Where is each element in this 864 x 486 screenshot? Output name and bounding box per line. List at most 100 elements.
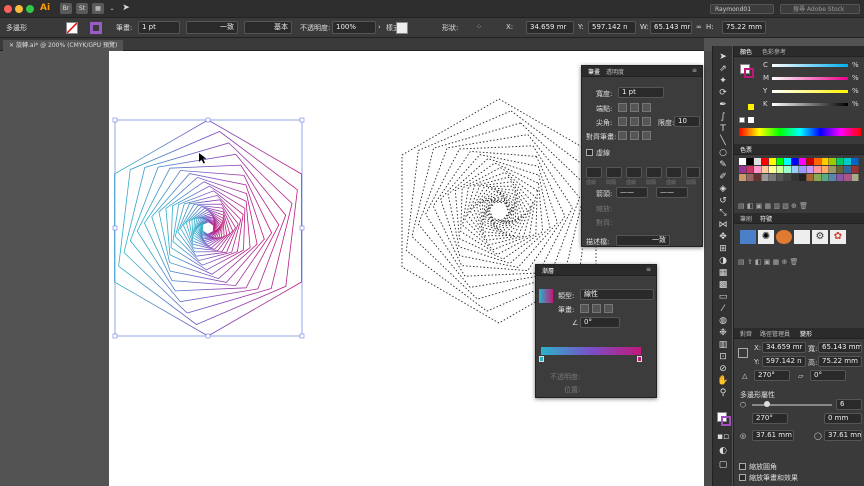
- color-swatch[interactable]: [746, 166, 754, 173]
- color-swatch[interactable]: [769, 166, 776, 173]
- selection-tool-icon[interactable]: ➤: [716, 52, 730, 63]
- chevron-down-icon[interactable]: ⌄: [106, 3, 118, 14]
- profile-select[interactable]: 一致: [616, 235, 670, 246]
- symbol-panel-footer-icons[interactable]: ▤ ⇪ ◧ ▣ ▦ ⊕ 🗑: [738, 258, 798, 266]
- color-swatch[interactable]: [754, 174, 761, 181]
- round-cap-icon[interactable]: [630, 103, 639, 112]
- color-swatch[interactable]: [791, 158, 799, 165]
- color-swatch[interactable]: [821, 166, 829, 173]
- tab-color-guide[interactable]: 色彩參考: [762, 47, 786, 56]
- tab-symbols[interactable]: 符號: [760, 214, 772, 223]
- color-swatch[interactable]: [746, 174, 754, 181]
- panel-menu-icon[interactable]: ≡: [692, 67, 697, 74]
- artboard-tool-icon[interactable]: ⊡: [716, 352, 730, 363]
- gradient-tool-icon[interactable]: ▭: [716, 292, 730, 303]
- polygon-radius-input[interactable]: 37.61 mm: [752, 430, 794, 441]
- drawing-mode-icon[interactable]: ◐: [716, 446, 730, 457]
- bridge-button[interactable]: Br: [60, 3, 72, 14]
- magic-wand-tool-icon[interactable]: ✦: [716, 76, 730, 87]
- document-tab[interactable]: ✕ 旋轉.ai* @ 200% (CMYK/GPU 預覽): [3, 40, 124, 51]
- chevron-right-icon[interactable]: ›: [378, 23, 381, 31]
- round-join-icon[interactable]: [630, 117, 639, 126]
- shaper-tool-icon[interactable]: ✐: [716, 172, 730, 183]
- style-swatch[interactable]: [396, 22, 408, 34]
- color-swatch[interactable]: [799, 166, 806, 173]
- arrange-documents-icon[interactable]: ▦: [92, 3, 104, 14]
- reference-point-icon[interactable]: ⁘: [476, 23, 482, 31]
- tf-angle-input[interactable]: 270°: [754, 370, 790, 381]
- color-swatch[interactable]: [784, 174, 791, 181]
- color-swatch[interactable]: [776, 166, 784, 173]
- corner-radius-input[interactable]: 0 mm: [824, 413, 862, 424]
- eraser-tool-icon[interactable]: ◈: [716, 184, 730, 195]
- stroke-weight-input[interactable]: 1 pt: [618, 87, 664, 98]
- color-swatch[interactable]: [799, 158, 806, 165]
- shape-label[interactable]: 形狀:: [442, 23, 458, 33]
- tab-align[interactable]: 對齊: [740, 329, 752, 338]
- tab-transparency[interactable]: 透明度: [606, 67, 624, 76]
- lasso-tool-icon[interactable]: ⟳: [716, 88, 730, 99]
- symbol-thumbnail[interactable]: [794, 230, 810, 244]
- side-length-input[interactable]: 37.61 mm: [824, 430, 862, 441]
- tab-pathfinder[interactable]: 路徑管理員: [760, 329, 790, 338]
- color-swatch[interactable]: [814, 174, 821, 181]
- reference-point-locator-icon[interactable]: [738, 348, 748, 358]
- symbol-thumbnail[interactable]: ⚙: [812, 230, 828, 244]
- zoom-tool-icon[interactable]: ⚲: [716, 388, 730, 399]
- scale-tool-icon[interactable]: ⤡: [716, 208, 730, 219]
- color-swatch[interactable]: [769, 158, 776, 165]
- tab-gradient[interactable]: 漸層: [542, 266, 554, 275]
- color-swatch[interactable]: [829, 174, 836, 181]
- none-swatch[interactable]: [739, 117, 745, 123]
- limit-input[interactable]: 10: [674, 116, 700, 127]
- stock-button[interactable]: St: [76, 3, 88, 14]
- puppet-warp-tool-icon[interactable]: ✥: [716, 232, 730, 243]
- sides-slider-thumb[interactable]: [764, 401, 770, 407]
- align-outside-icon[interactable]: [642, 131, 651, 140]
- color-spectrum[interactable]: [739, 128, 861, 136]
- direct-selection-tool-icon[interactable]: ⇗: [716, 64, 730, 75]
- vertical-scrollbar[interactable]: [704, 51, 712, 486]
- color-stroke-icon[interactable]: [744, 68, 754, 78]
- color-swatch[interactable]: [836, 174, 844, 181]
- selection-handles[interactable]: [112, 117, 305, 339]
- color-swatch[interactable]: [784, 158, 791, 165]
- channel-m-slider[interactable]: [772, 77, 848, 80]
- tab-swatches[interactable]: 色票: [740, 145, 752, 154]
- perspective-grid-tool-icon[interactable]: ▦: [716, 268, 730, 279]
- swatch-colors[interactable]: [739, 158, 861, 200]
- color-swatch[interactable]: [844, 166, 851, 173]
- color-swatch[interactable]: [806, 158, 814, 165]
- color-swatch[interactable]: [776, 158, 784, 165]
- gradient-stop-start[interactable]: [539, 356, 544, 362]
- color-swatch[interactable]: [784, 166, 791, 173]
- color-swatch[interactable]: [746, 158, 754, 165]
- color-swatch[interactable]: [791, 174, 799, 181]
- color-swatch[interactable]: [761, 158, 769, 165]
- channel-k-slider[interactable]: [772, 103, 848, 106]
- tab-stroke[interactable]: 筆畫: [588, 67, 600, 76]
- curvature-tool-icon[interactable]: ∫: [716, 112, 730, 123]
- send-icon[interactable]: ➤: [120, 3, 132, 14]
- color-swatch[interactable]: [851, 158, 859, 165]
- y-field[interactable]: 597.142 n: [588, 21, 636, 34]
- symbol-sprayer-tool-icon[interactable]: ❉: [716, 328, 730, 339]
- color-swatch[interactable]: [769, 174, 776, 181]
- color-swatch[interactable]: [836, 166, 844, 173]
- color-swatch[interactable]: [829, 158, 836, 165]
- pen-tool-icon[interactable]: ✒: [716, 100, 730, 111]
- graph-tool-icon[interactable]: ▥: [716, 340, 730, 351]
- miter-join-icon[interactable]: [618, 117, 627, 126]
- stroke-within-icon[interactable]: [580, 304, 589, 313]
- color-swatch[interactable]: [851, 166, 859, 173]
- color-swatch[interactable]: [821, 174, 829, 181]
- symbol-thumbnail[interactable]: [740, 230, 756, 244]
- stroke-swatch[interactable]: [90, 22, 102, 34]
- h-field[interactable]: 75.22 mm: [722, 21, 766, 34]
- color-swatch[interactable]: [761, 174, 769, 181]
- color-swatch[interactable]: [821, 158, 829, 165]
- tf-shear-input[interactable]: 0°: [810, 370, 846, 381]
- tf-w-input[interactable]: 65.143 mm: [818, 342, 862, 353]
- tab-transform[interactable]: 變形: [800, 329, 812, 338]
- gradient-angle-input[interactable]: 0°: [580, 317, 620, 328]
